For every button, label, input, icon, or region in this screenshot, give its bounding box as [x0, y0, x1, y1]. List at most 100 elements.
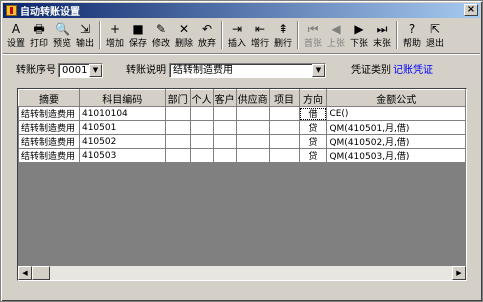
table-cell-customer[interactable] — [212, 120, 237, 135]
toolbar-button-exit[interactable]: ⇱ 退出 — [424, 20, 446, 51]
table-cell-person[interactable] — [189, 120, 214, 135]
table-cell-person[interactable] — [189, 148, 214, 163]
toolbar-button-label: 保存 — [128, 39, 147, 49]
col-customer[interactable]: 客户 — [212, 89, 237, 107]
next-icon: ▶ — [354, 22, 364, 36]
scroll-left-button[interactable]: ◀ — [18, 266, 32, 280]
col-summary[interactable]: 摘要 — [18, 89, 80, 107]
table-cell-project[interactable] — [268, 106, 300, 121]
table-cell-supplier[interactable] — [235, 120, 270, 135]
voucher-type-link[interactable]: 记账凭证 — [393, 63, 433, 79]
toolbar-button-print[interactable]: 🖶 打印 — [28, 20, 50, 51]
table-cell-direction[interactable]: 贷 — [298, 120, 328, 135]
arrow-left-icon: ◀ — [22, 269, 28, 277]
toolbar-button-save[interactable]: ■ 保存 — [127, 20, 149, 51]
horizontal-scrollbar[interactable]: ◀ ▶ — [18, 266, 466, 280]
toolbar-button-export[interactable]: ⇲ 输出 — [74, 20, 96, 51]
table-cell-customer[interactable] — [212, 148, 237, 163]
window-title: 自动转账设置 — [20, 7, 80, 18]
table-cell-supplier[interactable] — [235, 106, 270, 121]
chevron-down-icon[interactable]: ▼ — [89, 64, 102, 77]
serial-value: 0001 — [62, 65, 88, 76]
close-button[interactable]: × — [464, 4, 478, 16]
description-value: 结转制造费用 — [173, 65, 233, 76]
toolbar-button-preview[interactable]: 🔍 预览 — [51, 20, 73, 51]
transfer-header-form: 转账序号 0001 ▼ 转账说明 结转制造费用 ▼ 凭证类别 记账凭证 — [1, 63, 483, 79]
table-cell-formula[interactable]: QM(410503,月,借) — [326, 148, 466, 163]
table-cell-project[interactable] — [268, 120, 300, 135]
toolbar-button-delete-row[interactable]: ⇞ 删行 — [272, 20, 294, 51]
table-cell-formula[interactable]: QM(410501,月,借) — [326, 120, 466, 135]
table-cell-dept[interactable] — [164, 120, 191, 135]
table-cell-code[interactable]: 410502 — [78, 134, 166, 149]
close-icon: × — [466, 4, 476, 15]
toolbar-button-settings[interactable]: A 设置 — [5, 20, 27, 51]
transfer-grid: 摘要 科目编码 部门 个人 客户 供应商 项目 方向 金额公式 结转制造费用 41… — [17, 88, 467, 281]
table-cell-supplier[interactable] — [235, 134, 270, 149]
table-cell-customer[interactable] — [212, 106, 237, 121]
table-cell-dept[interactable] — [164, 134, 191, 149]
toolbar-button-delete[interactable]: ✕ 删除 — [173, 20, 195, 51]
delete-row-icon: ⇞ — [277, 22, 289, 36]
table-cell-code[interactable]: 410501 — [78, 120, 166, 135]
scroll-right-button[interactable]: ▶ — [452, 266, 466, 280]
table-cell-customer[interactable] — [212, 134, 237, 149]
table-cell-direction[interactable]: 贷 — [298, 148, 328, 163]
table-cell-direction[interactable]: 贷 — [298, 134, 328, 149]
table-cell-formula[interactable]: QM(410502,月,借) — [326, 134, 466, 149]
toolbar-button-add-row[interactable]: ⇤ 增行 — [249, 20, 271, 51]
col-department[interactable]: 部门 — [164, 89, 191, 107]
first-icon: ⏮ — [307, 22, 319, 36]
serial-select[interactable]: 0001 ▼ — [58, 63, 103, 78]
insert-icon: ⇥ — [231, 22, 243, 36]
toolbar-button-undo[interactable]: ↶ 放弃 — [196, 20, 218, 51]
table-cell-summary[interactable]: 结转制造费用 — [18, 148, 80, 163]
col-person[interactable]: 个人 — [189, 89, 214, 107]
app-icon — [6, 5, 17, 16]
table-cell-formula[interactable]: CE() — [326, 106, 466, 121]
toolbar-button-label: 帮助 — [402, 39, 421, 49]
col-project[interactable]: 项目 — [268, 89, 300, 107]
col-amount-formula[interactable]: 金额公式 — [326, 89, 466, 107]
table-cell-person[interactable] — [189, 134, 214, 149]
table-row[interactable]: 结转制造费用 41010104 借 CE() — [18, 106, 466, 121]
description-select[interactable]: 结转制造费用 ▼ — [169, 63, 326, 78]
col-direction[interactable]: 方向 — [298, 89, 328, 107]
toolbar-separator — [221, 21, 223, 49]
toolbar-button-add[interactable]: + 增加 — [104, 20, 126, 51]
toolbar-button-first: ⏮ 首张 — [302, 20, 324, 51]
table-cell-dept[interactable] — [164, 148, 191, 163]
toolbar-button-prev: ◀ 上张 — [325, 20, 347, 51]
table-cell-code[interactable]: 410503 — [78, 148, 166, 163]
chevron-down-icon[interactable]: ▼ — [312, 64, 325, 77]
arrow-right-icon: ▶ — [456, 269, 462, 277]
undo-icon: ↶ — [201, 22, 213, 36]
table-cell-person[interactable] — [189, 106, 214, 121]
col-supplier[interactable]: 供应商 — [235, 89, 270, 107]
exit-icon: ⇱ — [429, 22, 441, 36]
table-cell-supplier[interactable] — [235, 148, 270, 163]
serial-label: 转账序号 — [16, 65, 56, 76]
toolbar-button-help[interactable]: ? 帮助 — [401, 20, 423, 51]
toolbar-button-insert[interactable]: ⇥ 插入 — [226, 20, 248, 51]
table-row[interactable]: 结转制造费用 410502 贷 QM(410502,月,借) — [18, 134, 466, 149]
table-row[interactable]: 结转制造费用 410501 贷 QM(410501,月,借) — [18, 120, 466, 135]
table-cell-direction[interactable]: 借 — [298, 106, 328, 121]
table-cell-code[interactable]: 41010104 — [78, 106, 166, 121]
table-cell-summary[interactable]: 结转制造费用 — [18, 120, 80, 135]
toolbar-button-next[interactable]: ▶ 下张 — [348, 20, 370, 51]
table-cell-project[interactable] — [268, 148, 300, 163]
table-cell-dept[interactable] — [164, 106, 191, 121]
toolbar-separator — [396, 21, 398, 49]
scroll-thumb[interactable] — [32, 266, 50, 280]
toolbar-separator — [297, 21, 299, 49]
toolbar: A 设置 🖶 打印 🔍 预览 ⇲ 输出 + 增加 ■ 保存 ✎ 修改 ✕ 删除 ↶ 放弃 ⇥ 插入 ⇤ 增行 ⇞ 删行 ⏮ 首张 ◀… — [3, 20, 480, 52]
toolbar-button-label: 首张 — [303, 39, 322, 49]
table-cell-project[interactable] — [268, 134, 300, 149]
table-row[interactable]: 结转制造费用 410503 贷 QM(410503,月,借) — [18, 148, 466, 163]
toolbar-button-last[interactable]: ⏭ 末张 — [371, 20, 393, 51]
toolbar-button-edit[interactable]: ✎ 修改 — [150, 20, 172, 51]
col-account-code[interactable]: 科目编码 — [78, 89, 166, 107]
table-cell-summary[interactable]: 结转制造费用 — [18, 134, 80, 149]
table-cell-summary[interactable]: 结转制造费用 — [18, 106, 80, 121]
